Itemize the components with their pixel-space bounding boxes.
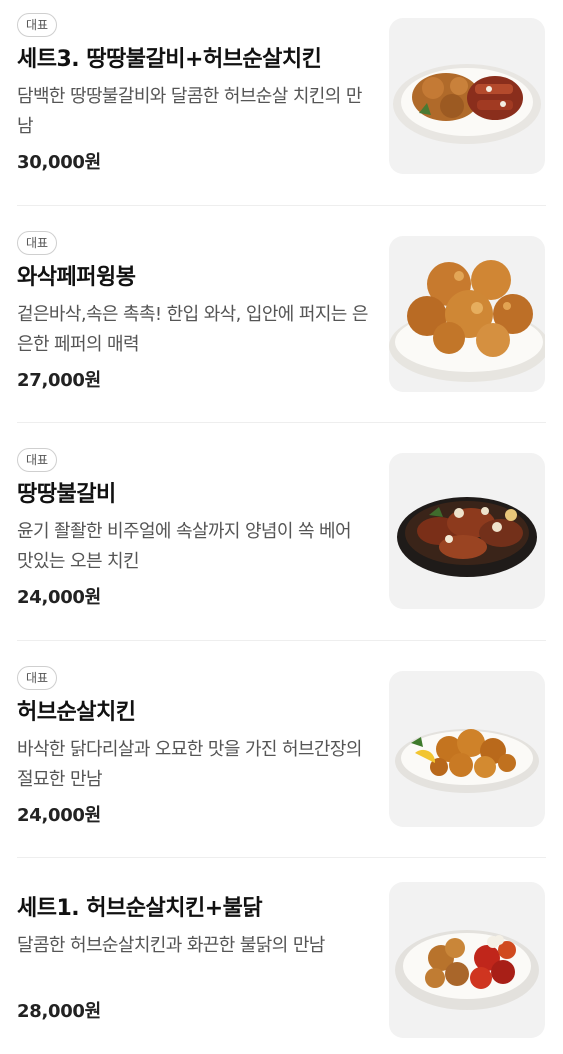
menu-item[interactable]: 대표 와삭페퍼윙봉 겉은바삭,속은 촉촉! 한입 와삭, 입안에 퍼지는 은은한… [0, 206, 563, 423]
menu-item-name: 세트3. 땅땅불갈비+허브순살치킨 [17, 47, 322, 72]
menu-item-name: 땅땅불갈비 [17, 482, 116, 507]
menu-item-name: 허브순살치킨 [17, 700, 136, 725]
signature-badge: 대표 [17, 13, 58, 37]
menu-item-price: 28,000원 [17, 1001, 101, 1022]
menu-item-price: 24,000원 [17, 587, 101, 608]
menu-item[interactable]: 대표 세트3. 땅땅불갈비+허브순살치킨 담백한 땅땅불갈비와 달콤한 허브순살… [0, 0, 563, 206]
menu-item-image[interactable] [389, 882, 545, 1038]
menu-item-price: 27,000원 [17, 370, 101, 391]
grilled-chicken-pan-icon [397, 497, 537, 577]
signature-badge: 대표 [17, 666, 58, 690]
menu-item-description: 겉은바삭,속은 촉촉! 한입 와삭, 입안에 퍼지는 은은한 페퍼의 매력 [17, 304, 368, 355]
menu-item[interactable]: 세트1. 허브순살치킨+불닭 달콤한 허브순살치킨과 화끈한 불닭의 만남 28… [0, 858, 563, 1054]
menu-item-description: 윤기 좔좔한 비주얼에 속살까지 양념이 쏙 베어 맛있는 오븐 치킨 [17, 521, 352, 572]
menu-item-image[interactable] [389, 453, 545, 609]
fried-wings-plate-icon [389, 260, 545, 382]
menu-item-name: 와삭페퍼윙봉 [17, 265, 136, 290]
menu-item[interactable]: 대표 땅땅불갈비 윤기 좔좔한 비주얼에 속살까지 양념이 쏙 베어 맛있는 오… [0, 423, 563, 641]
menu-item[interactable]: 대표 허브순살치킨 바삭한 닭다리살과 오묘한 맛을 가진 허브간장의 절묘한 … [0, 641, 563, 858]
signature-badge: 대표 [17, 448, 58, 472]
menu-item-description: 담백한 땅땅불갈비와 달콤한 허브순살 치킨의 만남 [17, 86, 362, 137]
menu-item-description: 달콤한 허브순살치킨과 화끈한 불닭의 만남 [17, 935, 325, 956]
signature-badge: 대표 [17, 231, 58, 255]
menu-item-image[interactable] [389, 671, 545, 827]
menu-item-image[interactable] [389, 236, 545, 392]
menu-item-price: 24,000원 [17, 805, 101, 826]
boneless-chicken-plate-icon [395, 729, 539, 793]
menu-item-image[interactable] [389, 18, 545, 174]
menu-item-description: 바삭한 닭다리살과 오묘한 맛을 가진 허브간장의 절묘한 만남 [17, 739, 362, 790]
chicken-set-platter-icon [393, 64, 541, 144]
menu-item-price: 30,000원 [17, 152, 101, 173]
menu-item-name: 세트1. 허브순살치킨+불닭 [17, 896, 263, 921]
spicy-chicken-set-plate-icon [395, 930, 539, 1010]
menu-list: 대표 세트3. 땅땅불갈비+허브순살치킨 담백한 땅땅불갈비와 달콤한 허브순살… [0, 0, 563, 1054]
